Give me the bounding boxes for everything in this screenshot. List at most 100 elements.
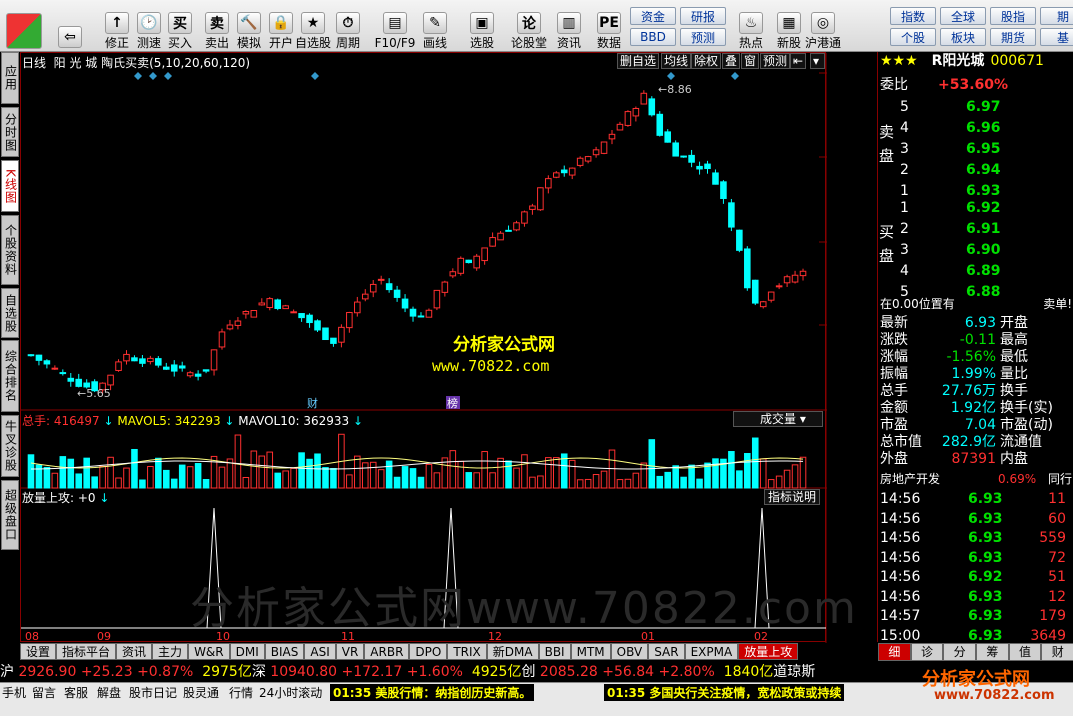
indicator-tab-0[interactable]: 设置 — [20, 643, 57, 660]
indicator-tab-18[interactable]: 放量上攻 — [738, 643, 799, 660]
forum-button[interactable]: 论论股堂 — [511, 1, 547, 51]
indicator-tab-13[interactable]: BBI — [538, 643, 571, 660]
f10-button[interactable]: ▤ F10/F9 — [375, 1, 415, 51]
sector-line: 房地产开发 0.69% 同行 — [880, 472, 1072, 486]
indicator-tab-16[interactable]: SAR — [648, 643, 685, 660]
news-1[interactable]: 01:35 美股行情：纳指创历史新高。 — [330, 684, 535, 701]
panel-tab-2[interactable]: 分 — [943, 643, 977, 661]
volume-bar — [592, 474, 600, 489]
chart-btn-0[interactable]: 删自选 — [617, 53, 660, 69]
nav-7-button[interactable]: 基 — [1040, 28, 1073, 46]
indicator-tab-7[interactable]: ASI — [304, 643, 336, 660]
nav-2-button[interactable]: 股指 — [990, 7, 1036, 25]
watchlist-button[interactable]: ★ 自选股 — [295, 1, 331, 51]
volume-header: 总手: 416497 ↓ MAVOL5: 342293 ↓ MAVOL10: 3… — [22, 414, 364, 428]
buy-button[interactable]: 买买入 — [163, 1, 197, 51]
nav-4-button[interactable]: 个股 — [890, 28, 936, 46]
side-tab-2[interactable]: K线图 — [1, 160, 19, 212]
data-button[interactable]: PE 数据 — [592, 1, 626, 51]
panel-tab-4[interactable]: 值 — [1008, 643, 1042, 661]
chart-btn-4[interactable]: 窗 — [741, 53, 760, 69]
status-item-1[interactable]: 留言 — [32, 684, 56, 701]
panel-tab-5[interactable]: 财 — [1041, 643, 1073, 661]
status-item-4[interactable]: 股市日记 — [129, 684, 177, 701]
hot-button[interactable]: ♨ 热点 — [734, 1, 768, 51]
quick-0-button[interactable]: 资金 — [630, 7, 676, 25]
candle-body — [361, 293, 369, 300]
chart-menu-button[interactable]: ▾ — [810, 53, 825, 69]
indicator-tab-12[interactable]: 新DMA — [486, 643, 539, 660]
draw-button[interactable]: ✎ 画线 — [418, 1, 452, 51]
status-item-6[interactable]: 行情 — [229, 684, 253, 701]
side-tab-3[interactable]: 个股资料 — [1, 215, 19, 285]
news-button[interactable]: ▥ 资讯 — [552, 1, 586, 51]
nav-5-button[interactable]: 板块 — [940, 28, 986, 46]
period-button[interactable]: ⏱ 周期 — [331, 1, 365, 51]
chart-btn-2[interactable]: 除权 — [691, 53, 722, 69]
sell-button[interactable]: 卖卖出 — [200, 1, 234, 51]
quick-3-button[interactable]: 预测 — [680, 28, 726, 46]
logo-icon[interactable] — [4, 1, 44, 51]
side-tab-5[interactable]: 综合排名 — [1, 340, 19, 412]
status-item-2[interactable]: 客服 — [64, 684, 88, 701]
indicator-tab-3[interactable]: 主力 — [152, 643, 189, 660]
fix-button[interactable]: ↑ 修正 — [100, 1, 134, 51]
ipo-button[interactable]: ▦ 新股 — [772, 1, 806, 51]
panel-tab-3[interactable]: 筹 — [976, 643, 1009, 661]
volume-bar — [123, 467, 130, 489]
chart-btn-5[interactable]: 预测 — [760, 53, 791, 69]
panel-tab-0[interactable]: 细 — [878, 643, 911, 661]
measure-button[interactable]: 🕑 测速 — [132, 1, 166, 51]
volume-bar — [457, 460, 465, 489]
indicator-tab-5[interactable]: DMI — [229, 643, 265, 660]
event-marker — [149, 72, 157, 80]
chart-btn-6[interactable]: ⇤ — [790, 53, 807, 69]
app-window: ⇦ ↑ 修正 🕑 测速买买入卖卖出 🔨 模拟 🔒 开户 ★ 自选股 ⏱ 周期 ▤ F10/F9 ✎ 画线 ▣ 选股论… — [0, 0, 1073, 716]
indicator-tab-1[interactable]: 指标平台 — [56, 643, 117, 660]
nav-6-button[interactable]: 期货 — [990, 28, 1036, 46]
indicator-tab-11[interactable]: TRIX — [447, 643, 487, 660]
candle-body — [513, 222, 520, 231]
indicator-tab-15[interactable]: OBV — [610, 643, 649, 660]
status-item-0[interactable]: 手机 — [2, 684, 26, 701]
panel-tab-1[interactable]: 诊 — [910, 643, 944, 661]
quick-2-button[interactable]: BBD — [630, 28, 676, 46]
back-button[interactable]: ⇦ — [52, 1, 88, 51]
side-tab-7[interactable]: 超级盘口 — [1, 480, 19, 550]
indicator-help-button[interactable]: 指标说明 — [764, 489, 821, 505]
quick-1-button[interactable]: 研报 — [680, 7, 726, 25]
side-tab-4[interactable]: 自选股 — [1, 288, 19, 338]
indicator-tab-8[interactable]: VR — [335, 643, 365, 660]
marker-fin: 财 — [307, 396, 318, 410]
volume-bar — [369, 461, 377, 489]
volume-dropdown[interactable]: 成交量 ▾ — [733, 411, 823, 427]
status-item-7[interactable]: 24小时滚动 — [259, 684, 322, 701]
news-2[interactable]: 01:35 多国央行关注疫情，宽松政策或持续 — [604, 684, 845, 701]
side-tab-6[interactable]: 牛叉诊股 — [1, 415, 19, 477]
chart-btn-1[interactable]: 均线 — [661, 53, 692, 69]
volume-bar — [178, 464, 186, 489]
sim-button[interactable]: 🔨 模拟 — [232, 1, 266, 51]
indicator-tab-10[interactable]: DPO — [409, 643, 448, 660]
status-item-3[interactable]: 解盘 — [97, 684, 121, 701]
nav-1-button[interactable]: 全球 — [940, 7, 986, 25]
nav-0-button[interactable]: 指数 — [890, 7, 936, 25]
indicator-tab-17[interactable]: EXPMA — [684, 643, 739, 660]
pick-button[interactable]: ▣ 选股 — [465, 1, 499, 51]
candle-body — [51, 367, 59, 370]
stat-row: 市盈 7.04 市盈(动) — [880, 417, 1053, 433]
chart-btn-3[interactable]: 叠 — [722, 53, 741, 69]
indicator-tab-6[interactable]: BIAS — [264, 643, 305, 660]
nav-3-button[interactable]: 期 — [1040, 7, 1073, 25]
indicator-tab-9[interactable]: ARBR — [364, 643, 410, 660]
hk-button[interactable]: ◎ 沪港通 — [805, 1, 841, 51]
status-item-5[interactable]: 股灵通 — [183, 684, 219, 701]
side-tab-1[interactable]: 分时图 — [1, 107, 19, 157]
indicator-tab-2[interactable]: 资讯 — [116, 643, 153, 660]
kline-chart[interactable]: 9.048.157.266.37←8.86←5.65财榜8140540703X1… — [20, 52, 870, 643]
volume-bar — [632, 472, 640, 489]
indicator-tab-14[interactable]: MTM — [570, 643, 611, 660]
indicator-tab-4[interactable]: W&R — [188, 643, 230, 660]
open-button[interactable]: 🔒 开户 — [264, 1, 298, 51]
side-tab-0[interactable]: 应用 — [1, 52, 19, 104]
